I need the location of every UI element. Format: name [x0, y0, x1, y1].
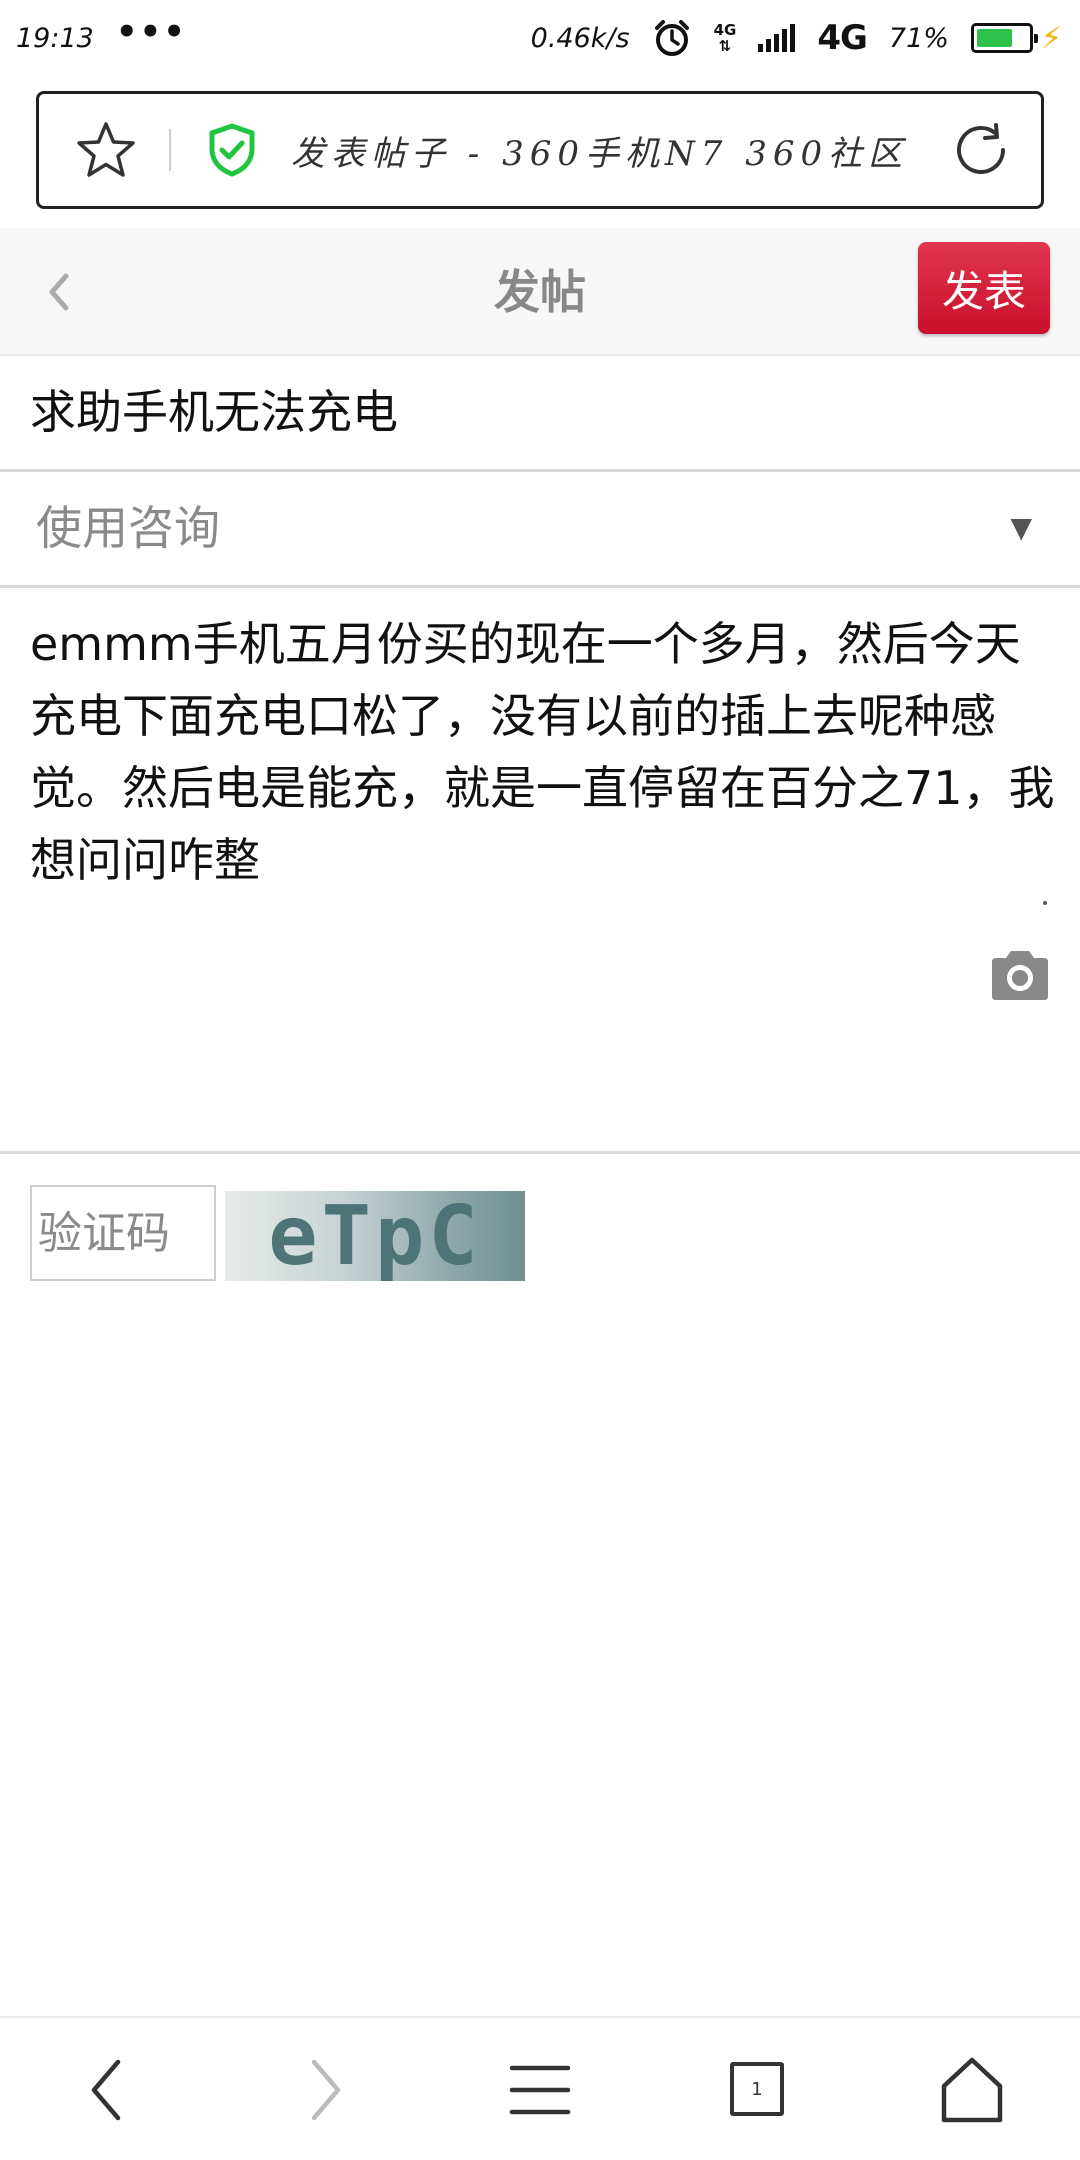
- home-icon[interactable]: [932, 2050, 1012, 2130]
- signal-icon: [758, 24, 796, 52]
- data-indicator: 4G ⇅: [713, 21, 737, 55]
- menu-icon[interactable]: [500, 2050, 580, 2130]
- content-text: emmm手机五月份买的现在一个多月，然后今天充电下面充电口松了，没有以前的插上去…: [30, 617, 1055, 887]
- dropdown-arrow-icon: ▼: [1010, 511, 1032, 544]
- more-notifications-icon: •••: [115, 12, 188, 52]
- battery-icon: [970, 23, 1038, 53]
- battery-percent: 71%: [888, 22, 949, 54]
- page-title[interactable]: 发表帖子 - 360手机N7 360社区: [291, 126, 951, 175]
- captcha-text: eTpC: [268, 1191, 482, 1281]
- status-bar: 19:13 ••• 0.46k/s 4G ⇅ 4G 71% ⚡: [0, 0, 1080, 76]
- tab-count-label: 1: [751, 2078, 763, 2100]
- publish-button[interactable]: 发表: [918, 242, 1050, 334]
- charging-icon: ⚡: [1040, 20, 1062, 56]
- divider: [169, 129, 171, 171]
- refresh-icon[interactable]: [951, 120, 1011, 180]
- tabs-icon[interactable]: 1: [730, 2062, 784, 2116]
- content-textarea[interactable]: emmm手机五月份买的现在一个多月，然后今天充电下面充电口松了，没有以前的插上去…: [0, 588, 1080, 1154]
- bottom-navigation: 1: [0, 2016, 1080, 2160]
- page-header: 发帖 发表: [0, 228, 1080, 356]
- captcha-image[interactable]: eTpC: [225, 1191, 525, 1281]
- address-bar[interactable]: 发表帖子 - 360手机N7 360社区: [36, 91, 1044, 209]
- category-select[interactable]: 使用咨询 ▼: [0, 472, 1080, 588]
- star-icon[interactable]: [75, 120, 137, 180]
- alarm-icon: [654, 20, 689, 56]
- network-speed: 0.46k/s: [530, 22, 630, 54]
- battery-level: [976, 29, 1013, 47]
- network-type: 4G: [817, 18, 868, 58]
- subject-input[interactable]: 求助手机无法充电: [0, 356, 1080, 472]
- resize-dot: [1043, 901, 1047, 905]
- shield-check-icon: [209, 123, 255, 177]
- captcha-input[interactable]: [30, 1185, 216, 1281]
- forward-icon[interactable]: [284, 2050, 364, 2130]
- clock: 19:13: [16, 22, 94, 54]
- back-icon[interactable]: [68, 2050, 148, 2130]
- category-value: 使用咨询: [36, 501, 220, 555]
- camera-icon[interactable]: [988, 948, 1052, 1002]
